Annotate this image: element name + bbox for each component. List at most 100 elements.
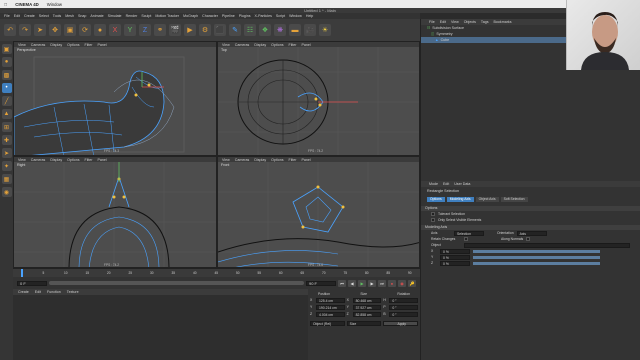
viewport-menu-item[interactable]: Display [50, 158, 62, 162]
axis-value-field[interactable]: 0 % [440, 248, 470, 254]
viewport-menu-item[interactable]: View [222, 43, 230, 47]
viewport-menu-item[interactable]: Options [271, 43, 283, 47]
viewport-menu-item[interactable]: View [18, 158, 26, 162]
app-menu-name[interactable]: CINEMA 4D [15, 2, 38, 7]
normals-checkbox[interactable] [526, 237, 531, 241]
attribute-tab[interactable]: Modeling Axis [446, 197, 474, 202]
end-frame-field[interactable]: 90 F [306, 280, 336, 286]
object-menu-item[interactable]: View [451, 20, 459, 24]
viewport-menu-item[interactable]: View [222, 158, 230, 162]
viewport-menu-item[interactable]: Filter [85, 158, 93, 162]
record-icon[interactable]: ● [388, 279, 396, 287]
viewport-menu-item[interactable]: Display [50, 43, 62, 47]
workplane-icon[interactable]: ▦ [1, 174, 12, 184]
axis-mode-icon[interactable]: ✚ [1, 135, 12, 145]
viewport-menu-item[interactable]: Filter [289, 158, 297, 162]
position-field[interactable]: 4.004 cm [316, 311, 345, 317]
axis-value-field[interactable]: 0 % [440, 260, 470, 266]
axis-slider[interactable] [473, 261, 600, 265]
render-settings-icon[interactable]: ⚙ [199, 24, 211, 36]
material-menu-item[interactable]: Function [47, 290, 61, 294]
subdivision-icon[interactable]: ☷ [244, 24, 256, 36]
edges-mode-icon[interactable]: ╱ [1, 96, 12, 106]
model-mode-icon[interactable]: ● [1, 57, 12, 67]
frame-slider[interactable] [49, 281, 304, 285]
size-field[interactable]: 80.468 cm [352, 297, 382, 303]
menu-item[interactable]: Motion Tracker [155, 14, 179, 18]
prev-key-icon[interactable]: ◀ [348, 279, 356, 287]
undo-icon[interactable]: ↶ [4, 24, 16, 36]
tweak-mode-icon[interactable]: ➤ [1, 148, 12, 158]
menu-item[interactable]: Create [24, 14, 35, 18]
viewport-perspective[interactable]: View Cameras Display Options Filter Panel Per… [13, 41, 217, 156]
checkbox[interactable] [431, 212, 435, 216]
goto-end-icon[interactable]: ⏭ [378, 279, 386, 287]
menu-item[interactable]: File [4, 14, 10, 18]
viewport-menu-item[interactable]: View [18, 43, 26, 47]
viewport-menu-item[interactable]: Options [271, 158, 283, 162]
menu-item[interactable]: Script [276, 14, 285, 18]
size-field[interactable]: 82.858 cm [352, 311, 382, 317]
retain-checkbox[interactable] [464, 237, 468, 241]
move-icon[interactable]: ✥ [49, 24, 61, 36]
top-mesh[interactable] [218, 47, 420, 156]
menu-item[interactable]: Simulate [108, 14, 122, 18]
rotate-icon[interactable]: ⟳ [79, 24, 91, 36]
autokey-icon[interactable]: ◉ [398, 279, 406, 287]
size-mode-select[interactable]: Size [346, 320, 382, 326]
menu-item[interactable]: Help [306, 14, 313, 18]
right-mesh[interactable] [14, 162, 217, 268]
viewport-right[interactable]: View Cameras Display Options Filter Panel Rig… [13, 156, 217, 268]
play-icon[interactable]: ▶ [358, 279, 366, 287]
redo-icon[interactable]: ↷ [19, 24, 31, 36]
material-menu-item[interactable]: Edit [35, 290, 41, 294]
array-icon[interactable]: ❖ [259, 24, 271, 36]
attribute-tab[interactable]: Options [427, 197, 445, 202]
viewport-menu-item[interactable]: Panel [302, 158, 311, 162]
menu-item[interactable]: Character [202, 14, 218, 18]
rotation-field[interactable]: 0 ° [389, 304, 419, 310]
apply-button[interactable]: Apply [383, 320, 419, 326]
key-icon[interactable]: 🔑 [408, 279, 416, 287]
material-menu-item[interactable]: Create [18, 290, 29, 294]
menu-item[interactable]: Plugins [239, 14, 251, 18]
goto-start-icon[interactable]: ⏮ [338, 279, 346, 287]
option-row[interactable]: Only Select Visible Elements [421, 217, 640, 223]
viewport-menu-item[interactable]: Cameras [235, 158, 250, 162]
texture-mode-icon[interactable]: ▩ [1, 70, 12, 80]
viewport-menu-item[interactable]: Cameras [31, 43, 46, 47]
live-selection-icon[interactable]: ➤ [34, 24, 46, 36]
viewport-menu-item[interactable]: Cameras [235, 43, 250, 47]
viewport-menu-item[interactable]: Display [254, 43, 266, 47]
object-menu-item[interactable]: Edit [440, 20, 446, 24]
object-link-field[interactable] [464, 242, 630, 248]
coordinate-system-icon[interactable]: ⚭ [154, 24, 166, 36]
viewport-menu-item[interactable]: Filter [85, 43, 93, 47]
uv-mode-icon[interactable]: ⊞ [1, 122, 12, 132]
deformer-icon[interactable]: ❋ [274, 24, 286, 36]
polygons-mode-icon[interactable]: ▲ [1, 109, 12, 119]
light-icon[interactable]: ☀ [319, 24, 331, 36]
position-field[interactable]: 125.4 cm [316, 297, 345, 303]
menu-item[interactable]: Snap [78, 14, 86, 18]
perspective-mesh[interactable] [14, 47, 217, 156]
snap-icon[interactable]: ✦ [1, 161, 12, 171]
points-mode-icon[interactable]: • [1, 83, 12, 93]
attribute-menu-item[interactable]: Mode [429, 182, 438, 186]
menu-item[interactable]: Render [126, 14, 138, 18]
menu-item[interactable]: MoGraph [183, 14, 198, 18]
orientation-select[interactable]: Axis [516, 230, 547, 236]
checkbox[interactable] [431, 218, 435, 222]
viewport-menu-item[interactable]: Panel [98, 158, 107, 162]
size-field[interactable]: 37.927 cm [352, 304, 382, 310]
attribute-tab[interactable]: Soft Selection [500, 197, 528, 202]
attribute-menu-item[interactable]: Edit [443, 182, 449, 186]
material-menu-item[interactable]: Texture [67, 290, 79, 294]
axis-select[interactable]: Selection [454, 230, 484, 236]
menu-item[interactable]: Tools [53, 14, 61, 18]
attribute-tab[interactable]: Object Axis [475, 197, 499, 202]
viewport-menu-item[interactable]: Options [67, 158, 79, 162]
axis-value-field[interactable]: 0 % [440, 254, 470, 260]
viewport-menu-item[interactable]: Options [67, 43, 79, 47]
scale-icon[interactable]: ▣ [64, 24, 76, 36]
